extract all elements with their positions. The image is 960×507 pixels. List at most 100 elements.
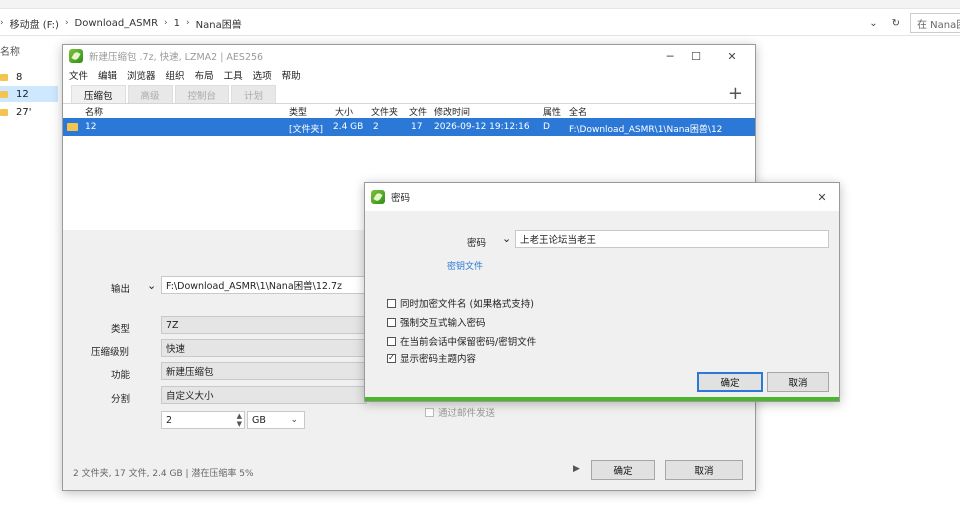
chevron-right-icon: › xyxy=(186,18,190,28)
checkbox-box xyxy=(387,298,396,308)
checkbox-box xyxy=(387,336,396,346)
chevron-right-icon: › xyxy=(64,18,69,28)
keyfile-link[interactable]: 密钥文件 xyxy=(447,259,483,272)
chevron-right-icon: › xyxy=(164,18,168,28)
output-label: 输出 xyxy=(111,284,131,295)
dialog-title-bar: 密码 ✕ xyxy=(365,183,839,211)
title-bar: 新建压缩包 .7z, 快速, LZMA2 | AES256 ─ ☐ ✕ xyxy=(63,45,755,67)
folder-icon xyxy=(0,90,8,98)
split-select[interactable]: 自定义大小 xyxy=(161,386,367,404)
password-input[interactable]: 上老王论坛当老王 xyxy=(515,230,829,248)
send-mail-checkbox[interactable]: 通过邮件发送 xyxy=(425,405,495,419)
output-path-input[interactable]: F:\Download_ASMR\1\Nana困兽\12.7z xyxy=(161,276,367,294)
folder-icon xyxy=(0,73,8,81)
chevron-right-icon[interactable]: ▶ xyxy=(573,464,580,474)
folder-icon xyxy=(67,123,78,131)
password-label: 密码 xyxy=(467,238,487,249)
col-attr[interactable]: 属性 xyxy=(543,105,561,118)
explorer-nav-pane: 名称 8 12 27' xyxy=(0,37,60,507)
chevron-right-icon: › xyxy=(0,18,4,28)
menu-tools[interactable]: 工具 xyxy=(224,68,243,82)
checkbox-box xyxy=(425,407,434,417)
password-dialog: 密码 ✕ 密码 ⌄ 上老王论坛当老王 密钥文件 同时加密文件名 (如果格式支持)… xyxy=(364,182,840,402)
menu-help[interactable]: 帮助 xyxy=(282,68,301,82)
tree-item-12[interactable]: 12 xyxy=(0,86,58,102)
row-folders: 2 xyxy=(373,122,379,132)
function-label: 功能 xyxy=(111,370,131,381)
checkbox-box xyxy=(387,317,396,327)
row-attr: D xyxy=(543,122,550,132)
menu-edit[interactable]: 编辑 xyxy=(98,68,117,82)
col-folders[interactable]: 文件夹 xyxy=(371,105,398,118)
interactive-password-label: 强制交互式输入密码 xyxy=(400,318,486,329)
add-icon[interactable]: + xyxy=(728,83,743,104)
col-fullname[interactable]: 全名 xyxy=(569,105,587,118)
breadcrumb-item-drive[interactable]: 移动盘 (F:) xyxy=(10,16,59,31)
menu-organize[interactable]: 组织 xyxy=(166,68,185,82)
dialog-cancel-button[interactable]: 取消 xyxy=(767,372,829,392)
checkbox-checked-icon: ✓ xyxy=(387,353,396,363)
encrypt-filenames-checkbox[interactable]: 同时加密文件名 (如果格式支持) xyxy=(387,296,534,310)
row-name: 12 xyxy=(85,122,97,132)
breadcrumb-item-1[interactable]: 1 xyxy=(174,18,180,29)
col-modified[interactable]: 修改时间 xyxy=(434,105,470,118)
show-password-label: 显示密码主题内容 xyxy=(400,354,477,365)
ok-button[interactable]: 确定 xyxy=(591,460,655,480)
tree-item-8[interactable]: 8 xyxy=(0,69,22,85)
split-unit-value: GB xyxy=(252,414,266,426)
split-label: 分割 xyxy=(111,394,131,405)
row-files: 17 xyxy=(411,122,423,132)
app-icon xyxy=(69,49,83,63)
maximize-icon[interactable]: ☐ xyxy=(687,48,705,64)
close-icon[interactable]: ✕ xyxy=(723,48,741,64)
address-controls: ⌄ ↻ xyxy=(869,12,900,34)
chevron-down-icon[interactable]: ⌄ xyxy=(502,232,511,245)
breadcrumb[interactable]: › 移动盘 (F:) › Download_ASMR › 1 › Nana困兽 xyxy=(0,12,242,34)
breadcrumb-item-nana[interactable]: Nana困兽 xyxy=(196,16,242,31)
tab-archive[interactable]: 压缩包 xyxy=(71,85,126,103)
table-row[interactable]: 12 [文件夹] 2.4 GB 2 17 2026-09-12 19:12:16… xyxy=(63,118,755,136)
menu-layout[interactable]: 布局 xyxy=(195,68,214,82)
send-mail-label: 通过邮件发送 xyxy=(438,408,496,419)
chevron-down-icon[interactable]: ⌄ xyxy=(147,279,156,292)
search-input[interactable]: 在 Nana困 xyxy=(910,13,960,33)
column-header-name: 名称 xyxy=(0,47,20,58)
cancel-button[interactable]: 取消 xyxy=(665,460,743,480)
dialog-accent-bar xyxy=(365,397,839,401)
col-name[interactable]: 名称 xyxy=(85,105,103,118)
col-type[interactable]: 类型 xyxy=(289,105,307,118)
type-select[interactable]: 7Z xyxy=(161,316,367,334)
spinner-arrows-icon[interactable]: ▲ ▼ xyxy=(237,412,242,428)
interactive-password-checkbox[interactable]: 强制交互式输入密码 xyxy=(387,315,486,329)
tab-console[interactable]: 控制台 xyxy=(174,85,230,103)
row-size: 2.4 GB xyxy=(333,122,364,132)
tab-schedule[interactable]: 计划 xyxy=(231,85,277,103)
tab-advanced[interactable]: 高级 xyxy=(127,85,173,103)
app-icon xyxy=(371,190,385,204)
show-password-checkbox[interactable]: ✓ 显示密码主题内容 xyxy=(387,351,476,365)
col-size[interactable]: 大小 xyxy=(335,105,353,118)
chevron-down-icon[interactable]: ⌄ xyxy=(869,18,877,29)
function-select[interactable]: 新建压缩包 xyxy=(161,362,367,380)
dialog-title: 密码 xyxy=(391,193,411,204)
minimize-icon[interactable]: ─ xyxy=(661,48,679,64)
keep-password-checkbox[interactable]: 在当前会话中保留密码/密钥文件 xyxy=(387,334,536,348)
menu-options[interactable]: 选项 xyxy=(253,68,272,82)
file-list-header: 名称 类型 大小 文件夹 文件 修改时间 属性 全名 xyxy=(63,104,755,118)
split-unit-select[interactable]: GB ⌄ xyxy=(247,411,305,429)
split-size-value: 2 xyxy=(166,414,173,426)
menu-file[interactable]: 文件 xyxy=(69,68,88,82)
dialog-ok-button[interactable]: 确定 xyxy=(697,372,763,392)
breadcrumb-item-download[interactable]: Download_ASMR xyxy=(75,18,158,29)
col-files[interactable]: 文件 xyxy=(409,105,427,118)
chevron-down-icon: ⌄ xyxy=(290,415,298,425)
level-select[interactable]: 快速 xyxy=(161,339,367,357)
menu-browser[interactable]: 浏览器 xyxy=(127,68,156,82)
tab-strip: 压缩包 高级 控制台 计划 + xyxy=(63,82,755,104)
tree-item-27[interactable]: 27' xyxy=(0,104,31,120)
close-icon[interactable]: ✕ xyxy=(813,189,831,205)
refresh-icon[interactable]: ↻ xyxy=(892,18,900,29)
split-size-input[interactable]: 2 ▲ ▼ xyxy=(161,411,245,429)
level-label: 压缩级别 xyxy=(91,347,130,358)
row-modified: 2026-09-12 19:12:16 xyxy=(434,122,530,132)
